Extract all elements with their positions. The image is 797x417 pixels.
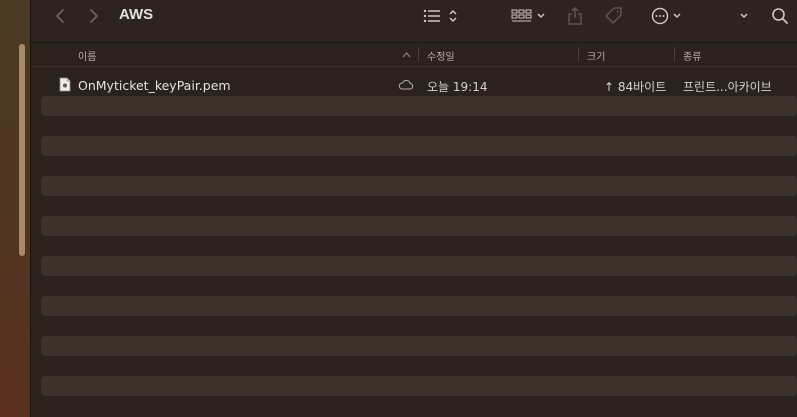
empty-row (41, 156, 797, 176)
list-icon (423, 9, 440, 23)
empty-row (41, 376, 797, 396)
empty-row (41, 336, 797, 356)
expand-toolbar-button[interactable] (736, 0, 752, 32)
file-size: ↑ 84바이트 (604, 80, 667, 94)
empty-row (41, 316, 797, 336)
search-icon (772, 8, 788, 24)
empty-row (41, 296, 797, 316)
empty-row (41, 236, 797, 256)
file-row[interactable]: OnMyticket_keyPair.pem 오늘 19:14 ↑ 84바이트 … (31, 75, 797, 95)
view-options-button[interactable] (419, 0, 461, 32)
sidebar-scrollbar[interactable] (19, 44, 25, 256)
chevron-left-icon (55, 9, 64, 23)
share-icon (568, 6, 582, 25)
empty-row (41, 96, 797, 116)
sidebar-edge (0, 0, 31, 417)
empty-row (41, 396, 797, 416)
up-down-chevron-icon (448, 9, 457, 23)
document-icon (59, 77, 71, 92)
file-name: OnMyticket_keyPair.pem (78, 78, 231, 93)
empty-row (41, 276, 797, 296)
toolbar: AWS (31, 0, 797, 43)
chevron-down-icon (672, 13, 681, 19)
empty-row (41, 136, 797, 156)
tag-button[interactable] (603, 0, 625, 32)
column-header-kind[interactable]: 종류 (683, 48, 701, 63)
column-header: 이름 수정일 크기 종류 (31, 43, 797, 67)
empty-row (41, 256, 797, 276)
grid-icon (511, 9, 531, 22)
file-kind: 프린트...아카이브 (683, 80, 772, 94)
column-header-size[interactable]: 크기 (587, 48, 605, 63)
column-divider[interactable] (418, 47, 419, 62)
chevron-right-icon (90, 9, 99, 23)
back-button[interactable] (49, 0, 71, 32)
search-button[interactable] (769, 0, 791, 32)
empty-row (41, 176, 797, 196)
share-button[interactable] (565, 0, 585, 32)
column-header-name[interactable]: 이름 (78, 48, 96, 63)
file-date: 오늘 19:14 (427, 80, 488, 94)
column-divider[interactable] (674, 47, 675, 62)
more-actions-button[interactable] (647, 0, 685, 32)
ellipsis-circle-icon (651, 7, 668, 25)
tag-icon (605, 7, 622, 24)
empty-row (41, 196, 797, 216)
group-button[interactable] (509, 0, 547, 32)
sort-ascending-icon[interactable] (402, 51, 411, 58)
column-divider[interactable] (578, 47, 579, 62)
empty-row (41, 216, 797, 236)
chevron-down-icon (536, 13, 545, 19)
file-list-background (41, 76, 797, 416)
icloud-icon (398, 80, 414, 90)
chevron-down-icon (740, 13, 748, 19)
forward-button[interactable] (83, 0, 105, 32)
empty-row (41, 116, 797, 136)
column-header-date[interactable]: 수정일 (427, 48, 455, 63)
empty-row (41, 356, 797, 376)
window-title: AWS (119, 6, 154, 23)
